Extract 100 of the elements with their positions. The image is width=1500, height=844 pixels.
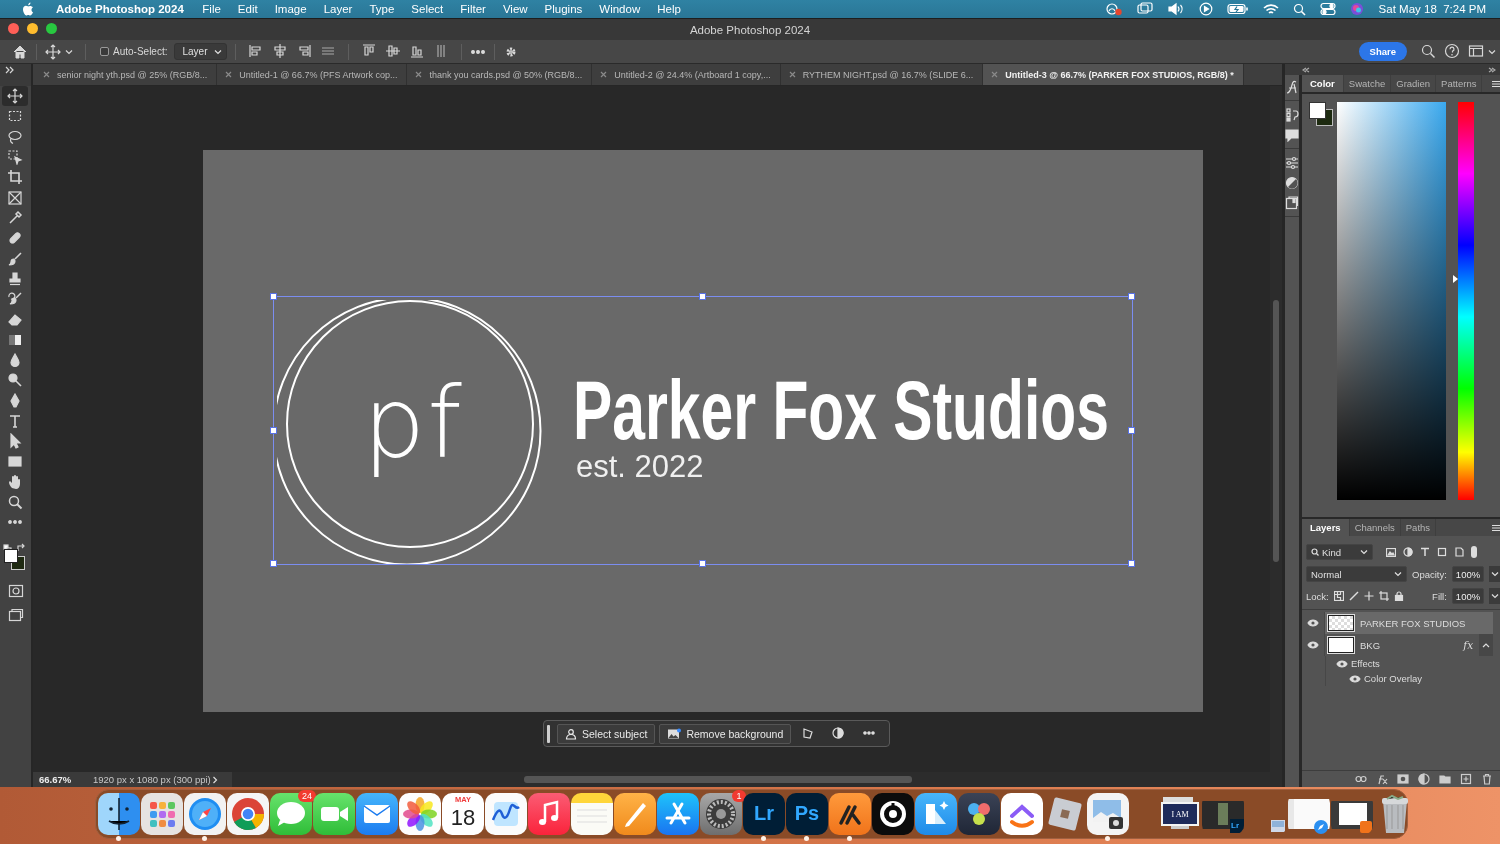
expand-icon[interactable] [5, 66, 15, 74]
color-swatches-icon[interactable] [4, 548, 25, 570]
chrome-icon[interactable] [227, 793, 269, 835]
layer-name[interactable]: BKG [1360, 639, 1381, 651]
quick-mask-icon[interactable] [7, 583, 24, 598]
eye-icon[interactable] [1349, 674, 1361, 683]
panel-tab[interactable]: Swatche [1343, 75, 1392, 92]
chevron-logo-icon[interactable] [1001, 793, 1043, 835]
clock[interactable]: Sat May 18 7:24 PM [1378, 3, 1486, 15]
transform-handle[interactable] [270, 560, 277, 567]
three-dots-icon[interactable] [958, 793, 1000, 835]
menu-item[interactable]: Help [648, 3, 690, 15]
stamp-icon[interactable] [7, 270, 23, 287]
caret-icon[interactable] [1360, 549, 1368, 555]
compass-icon[interactable] [184, 793, 226, 835]
folder-icon[interactable] [1439, 774, 1452, 784]
remove-background-button[interactable]: Remove background [659, 723, 792, 744]
transform-box[interactable] [273, 296, 1133, 565]
menu-item[interactable]: Window [590, 3, 649, 15]
menu-item[interactable]: Edit [229, 3, 267, 15]
shape-filter-icon[interactable] [1437, 547, 1447, 557]
document-tab[interactable]: senior night yth.psd @ 25% (RGB/8... [35, 64, 218, 85]
move-tool[interactable] [2, 86, 28, 107]
drag-handle[interactable] [547, 724, 550, 743]
launchpad-icon[interactable] [141, 793, 183, 835]
panel-tab[interactable]: Color [1302, 75, 1344, 92]
select-subject-button[interactable]: Select subject [557, 723, 656, 744]
stripes-app-icon[interactable] [829, 793, 871, 835]
calendar-icon[interactable] [442, 793, 484, 835]
rectangle-icon[interactable] [7, 453, 23, 470]
image-icon[interactable] [667, 727, 682, 740]
libraries-icon[interactable] [1285, 196, 1299, 210]
lock-icon[interactable] [1393, 591, 1404, 601]
caret-icon[interactable] [1491, 571, 1500, 577]
hue-pointer[interactable] [1453, 275, 1458, 284]
flower-icon[interactable] [399, 793, 441, 835]
home-icon[interactable] [12, 43, 28, 60]
lock-pixels-icon[interactable] [1348, 591, 1359, 601]
menu-item[interactable]: View [494, 3, 537, 15]
panel-tab[interactable]: Gradien [1391, 75, 1437, 92]
transform-icon[interactable] [802, 726, 815, 739]
video-camera-icon[interactable] [313, 793, 355, 835]
new-layer-icon[interactable] [1460, 773, 1473, 785]
zoom-level[interactable]: 66.67% [33, 774, 88, 785]
transform-handle[interactable] [270, 293, 277, 300]
menu-item[interactable]: Select [402, 3, 452, 15]
adjustment-layer-icon[interactable] [1418, 773, 1431, 785]
transform-handle[interactable] [1128, 293, 1135, 300]
drop-icon[interactable] [7, 352, 23, 368]
expand-icon[interactable] [1488, 66, 1496, 73]
minimize-window-button[interactable] [27, 23, 38, 34]
object-select-icon[interactable] [7, 149, 23, 166]
panel-tab[interactable]: Patterns [1436, 75, 1483, 92]
screen-mirroring-icon[interactable] [1136, 2, 1153, 16]
notepad-icon[interactable] [571, 793, 613, 835]
frame-icon[interactable] [7, 189, 23, 206]
align-left-icon[interactable] [247, 42, 264, 59]
zoom-window-button[interactable] [46, 23, 57, 34]
caret-icon[interactable] [1394, 571, 1402, 577]
adjustment-filter-icon[interactable] [1403, 547, 1413, 557]
app-menu[interactable]: Adobe Photoshop 2024 [56, 3, 184, 15]
panel-tab[interactable]: Layers [1302, 519, 1350, 536]
panel-tab[interactable]: Paths [1400, 519, 1437, 536]
wifi-icon[interactable] [1262, 2, 1279, 16]
close-icon[interactable] [225, 71, 233, 78]
collapse-caret-icon[interactable] [1482, 642, 1491, 648]
workspace-icon[interactable] [1468, 42, 1484, 59]
panel-tab[interactable]: Channels [1349, 519, 1401, 536]
transform-handle[interactable] [699, 293, 706, 300]
menu-item[interactable]: File [193, 3, 230, 15]
close-window-button[interactable] [8, 23, 19, 34]
collapse-icon[interactable] [1302, 66, 1310, 73]
link-icon[interactable] [1355, 775, 1368, 783]
adjustments-icon[interactable] [1285, 156, 1299, 170]
mask-icon[interactable] [1397, 774, 1410, 784]
scrollbar-thumb[interactable] [1273, 300, 1279, 562]
gear-icon[interactable] [700, 793, 742, 835]
caret-icon[interactable] [213, 48, 222, 55]
target-dropdown[interactable]: Layer [174, 43, 227, 60]
smart-object-filter-icon[interactable] [1454, 547, 1464, 557]
search-icon[interactable] [1311, 548, 1319, 556]
eye-icon[interactable] [1307, 641, 1319, 649]
move-icon[interactable] [7, 88, 23, 105]
transform-handle[interactable] [699, 560, 706, 567]
chat-bubble-icon[interactable] [270, 793, 312, 835]
align-center-icon[interactable] [271, 42, 288, 59]
transform-handle[interactable] [1128, 560, 1135, 567]
apple-icon[interactable] [21, 1, 35, 17]
zoom-icon[interactable] [7, 494, 23, 511]
battery-icon[interactable] [1226, 3, 1249, 15]
control-center-icon[interactable] [1319, 2, 1336, 16]
app-store-icon[interactable] [657, 793, 699, 835]
layout-app-icon[interactable] [915, 793, 957, 835]
music-note-icon[interactable] [528, 793, 570, 835]
speaker-icon[interactable] [1166, 2, 1185, 16]
align-top-icon[interactable] [360, 42, 377, 59]
ps-app-icon[interactable] [786, 793, 828, 835]
contrast-icon[interactable] [1285, 176, 1299, 190]
close-icon[interactable] [788, 71, 796, 78]
crop-icon[interactable] [7, 169, 23, 186]
